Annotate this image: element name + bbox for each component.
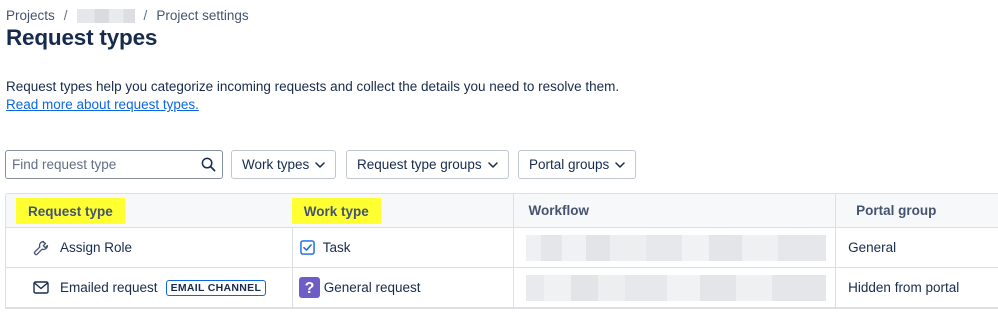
- search-input[interactable]: [12, 157, 200, 172]
- request-types-table: Request type Work type Workflow Portal g…: [5, 193, 998, 309]
- breadcrumb: Projects / / Project settings: [6, 8, 249, 23]
- work-types-filter-button[interactable]: Work types: [231, 150, 337, 179]
- column-header-label: Work type: [291, 197, 381, 224]
- portal-group-name: Hidden from portal: [848, 280, 960, 295]
- envelope-icon: [32, 279, 50, 297]
- read-more-link[interactable]: Read more about request types.: [6, 97, 199, 112]
- breadcrumb-project-settings[interactable]: Project settings: [156, 8, 248, 23]
- workflow-redacted: [526, 274, 827, 301]
- work-type-name: Task: [322, 240, 351, 255]
- page-title: Request types: [6, 25, 158, 50]
- breadcrumb-separator: /: [143, 8, 148, 23]
- column-header-workflow[interactable]: Workflow: [513, 194, 835, 227]
- question-mark-icon: ?: [298, 277, 320, 298]
- table-row[interactable]: Emailed request EMAIL CHANNEL ? General …: [6, 268, 998, 308]
- portal-group-cell: Hidden from portal: [835, 268, 998, 307]
- portal-groups-filter-button[interactable]: Portal groups: [518, 150, 637, 179]
- chevron-down-icon: [315, 161, 326, 168]
- portal-group-cell: General: [835, 228, 998, 267]
- breadcrumb-projects[interactable]: Projects: [6, 8, 55, 23]
- workflow-cell: [513, 268, 835, 307]
- column-header-label: Request type: [16, 197, 125, 224]
- request-type-cell[interactable]: Emailed request EMAIL CHANNEL: [6, 268, 292, 307]
- column-header-label: Workflow: [528, 203, 589, 218]
- work-type-name: General request: [323, 280, 421, 295]
- request-type-name[interactable]: Assign Role: [60, 240, 132, 255]
- svg-text:?: ?: [304, 280, 314, 297]
- email-channel-badge: EMAIL CHANNEL: [165, 279, 267, 296]
- workflow-redacted: [526, 234, 827, 261]
- work-type-cell: ? General request: [291, 268, 514, 307]
- request-type-cell[interactable]: Assign Role: [6, 228, 292, 267]
- filter-label: Work types: [242, 157, 310, 172]
- column-header-label: Portal group: [856, 203, 937, 218]
- breadcrumb-separator: /: [63, 8, 68, 23]
- filter-label: Request type groups: [357, 157, 482, 172]
- table-row[interactable]: Assign Role Task General: [6, 228, 998, 268]
- table-header: Request type Work type Workflow Portal g…: [6, 194, 998, 228]
- chevron-down-icon: [615, 161, 626, 168]
- search-field[interactable]: [5, 150, 223, 179]
- workflow-cell: [513, 228, 835, 267]
- work-type-cell: Task: [291, 228, 514, 267]
- column-header-portal-group[interactable]: Portal group: [835, 194, 998, 227]
- checkbox-task-icon: [299, 239, 317, 257]
- column-header-request-type[interactable]: Request type: [6, 194, 292, 227]
- search-icon[interactable]: [200, 157, 216, 173]
- page-description: Request types help you categorize incomi…: [6, 79, 620, 94]
- chevron-down-icon: [487, 161, 498, 168]
- wrench-icon: [32, 239, 50, 257]
- request-type-name[interactable]: Emailed request: [60, 280, 158, 295]
- request-type-groups-filter-button[interactable]: Request type groups: [346, 150, 509, 179]
- breadcrumb-project-name-redacted[interactable]: [76, 8, 135, 23]
- filter-label: Portal groups: [529, 157, 610, 172]
- column-header-work-type[interactable]: Work type: [291, 194, 514, 227]
- portal-group-name: General: [848, 240, 897, 255]
